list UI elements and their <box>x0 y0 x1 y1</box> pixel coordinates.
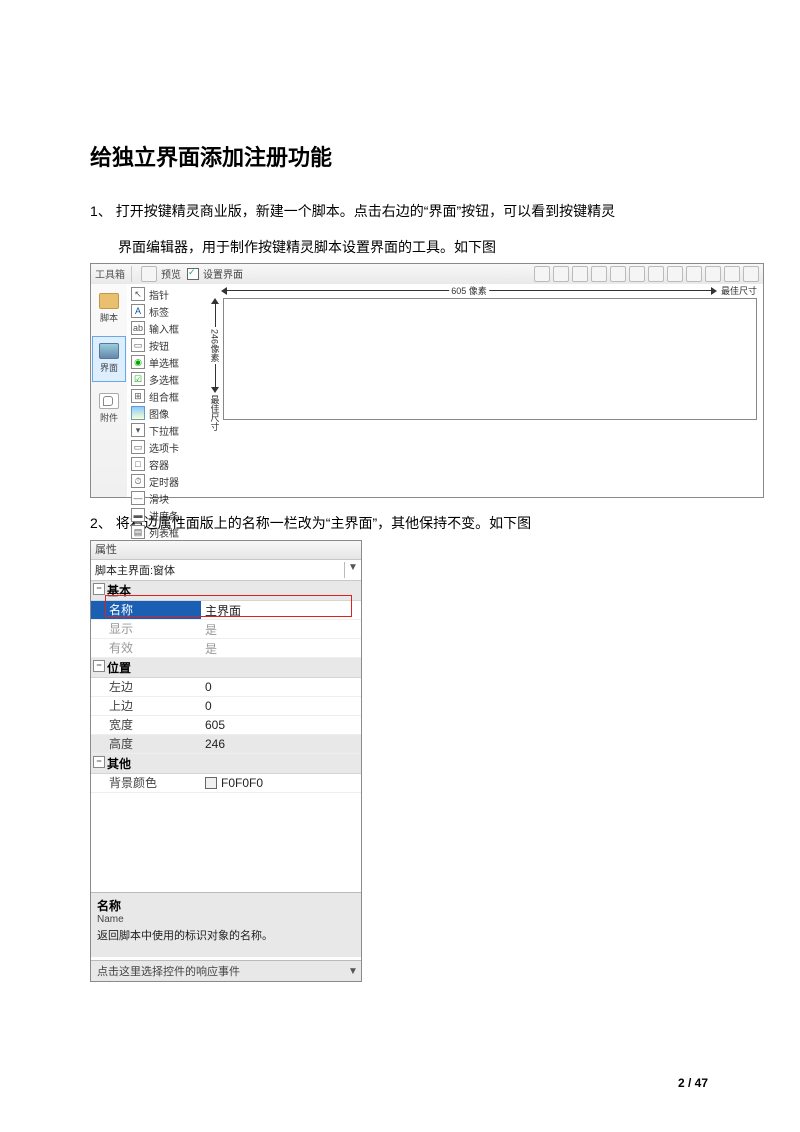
object-selector[interactable]: 脚本主界面:窗体 ▼ <box>91 560 361 581</box>
toolbar-icon[interactable] <box>686 266 702 282</box>
tool-item[interactable]: □容器 <box>127 456 209 473</box>
tool-item[interactable]: ◉单选框 <box>127 354 209 371</box>
prop-enable[interactable]: 有效是 <box>91 639 361 658</box>
tool-item[interactable]: ▤列表框 <box>127 524 209 541</box>
prop-show[interactable]: 显示是 <box>91 620 361 639</box>
attachment-icon <box>99 393 119 409</box>
script-icon <box>99 293 119 309</box>
category-basic[interactable]: −基本 <box>91 581 361 601</box>
category-position[interactable]: −位置 <box>91 658 361 678</box>
editor-toolbar: 工具箱 预览 设置界面 <box>91 264 763 285</box>
sidebar-item-ui[interactable]: 界面 <box>92 336 126 382</box>
prop-bgcolor[interactable]: 背景颜色F0F0F0 <box>91 774 361 793</box>
prop-name[interactable]: 名称主界面 <box>91 601 361 620</box>
color-swatch <box>205 777 217 789</box>
ruler-horizontal: 605 像素 最佳尺寸 <box>221 286 757 296</box>
toolbar-icon[interactable] <box>591 266 607 282</box>
editor-canvas-area: 605 像素 最佳尺寸 246像素 最佳尺寸 <box>209 284 763 497</box>
toolbar-icon[interactable] <box>667 266 683 282</box>
category-other[interactable]: −其他 <box>91 754 361 774</box>
tool-item[interactable]: ↖指针 <box>127 286 209 303</box>
toolbar-icon[interactable] <box>743 266 759 282</box>
page-number: 2 / 47 <box>678 1076 708 1090</box>
properties-title: 属性 <box>91 541 361 560</box>
editor-toolbox: ↖指针 A标签 ab输入框 ▭按钮 ◉单选框 ☑多选框 ⊞组合框 图像 ▾下拉框… <box>127 284 210 497</box>
page-title: 给独立界面添加注册功能 <box>90 140 710 172</box>
toolbar-icon[interactable] <box>648 266 664 282</box>
design-canvas[interactable] <box>223 298 757 420</box>
tool-item[interactable]: ab输入框 <box>127 320 209 337</box>
chevron-down-icon: ▼ <box>345 966 361 977</box>
ui-icon <box>99 343 119 359</box>
tool-item[interactable]: ▭按钮 <box>127 337 209 354</box>
sidebar-item-attachment[interactable]: 附件 <box>92 386 126 432</box>
tool-item[interactable]: ▬进度条 <box>127 507 209 524</box>
preview-icon[interactable] <box>141 266 157 282</box>
toolbar-icon[interactable] <box>705 266 721 282</box>
tool-item[interactable]: 图像 <box>127 405 209 422</box>
chevron-down-icon: ▼ <box>344 562 361 578</box>
prop-width[interactable]: 宽度605 <box>91 716 361 735</box>
property-grid: −基本 名称主界面 显示是 有效是 −位置 左边0 上边0 宽度605 高度24… <box>91 581 361 793</box>
tool-item[interactable]: A标签 <box>127 303 209 320</box>
tool-item[interactable]: ▭选项卡 <box>127 439 209 456</box>
tool-item[interactable]: ☑多选框 <box>127 371 209 388</box>
screenshot-ui-editor: 工具箱 预览 设置界面 脚本 界面 附件 ↖指针 A <box>90 263 764 498</box>
preview-label[interactable]: 预览 <box>161 266 181 281</box>
toolbar-icon[interactable] <box>553 266 569 282</box>
toolbar-icon[interactable] <box>610 266 626 282</box>
tool-item[interactable]: ▾下拉框 <box>127 422 209 439</box>
toolbar-icon[interactable] <box>629 266 645 282</box>
tool-item[interactable]: ⏱定时器 <box>127 473 209 490</box>
event-selector[interactable]: 点击这里选择控件的响应事件 ▼ <box>91 960 361 981</box>
set-ui-checkbox[interactable] <box>187 268 199 280</box>
step1-line2: 界面编辑器，用于制作按键精灵脚本设置界面的工具。如下图 <box>118 236 710 258</box>
tool-item[interactable]: ⊞组合框 <box>127 388 209 405</box>
screenshot-properties-panel: 属性 脚本主界面:窗体 ▼ −基本 名称主界面 显示是 有效是 −位置 左边0 … <box>90 540 362 982</box>
sidebar-item-script[interactable]: 脚本 <box>92 286 126 332</box>
prop-left[interactable]: 左边0 <box>91 678 361 697</box>
toolbar-icon[interactable] <box>724 266 740 282</box>
tool-item[interactable]: —滑块 <box>127 490 209 507</box>
step1-line1: 1、打开按键精灵商业版，新建一个脚本。点击右边的“界面”按钮，可以看到按键精灵 <box>90 200 710 222</box>
set-ui-label: 设置界面 <box>203 266 243 281</box>
toolbar-icon[interactable] <box>572 266 588 282</box>
property-description: 名称 Name 返回脚本中使用的标识对象的名称。 <box>91 892 361 957</box>
toolbar-icon[interactable] <box>534 266 550 282</box>
ruler-vertical: 246像素 最佳尺寸 <box>209 298 221 433</box>
editor-sidebar: 脚本 界面 附件 <box>91 284 128 497</box>
prop-top[interactable]: 上边0 <box>91 697 361 716</box>
prop-height[interactable]: 高度246 <box>91 735 361 754</box>
